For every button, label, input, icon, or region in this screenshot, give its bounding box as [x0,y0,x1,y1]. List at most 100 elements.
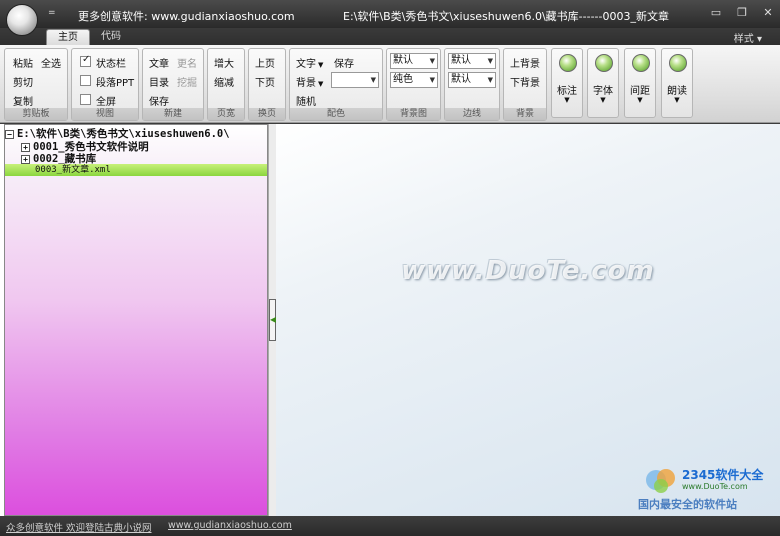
background-fill-combo[interactable]: 纯色 ▼ [390,72,438,88]
group-label: 配色 [290,108,382,120]
status-link-right[interactable]: www.gudianxiaoshuo.com [168,520,292,531]
background-image-combo[interactable]: 默认 ▼ [390,53,438,69]
group-color-scheme: 文字 ▼ 保存 背景 ▼ ▼ 随机 配色 [289,48,383,121]
tree-item-selected[interactable]: 0003_新文章.xml [5,164,267,176]
group-border: 默认 ▼ 默认 ▼ 边线 [444,48,500,121]
shrink-button[interactable]: 缩减 [214,74,234,89]
group-label: 边线 [445,108,499,120]
combo-value: 默认 [451,74,471,85]
annotate-label: 标注 [557,86,577,97]
style-menu[interactable]: 样式 ▾ [734,30,762,45]
logo-brand: 2345软件大全 [682,468,764,482]
title-bar: = 更多创意软件: www.gudianxiaoshuo.com E:\软件\B… [0,0,780,36]
annotate-button[interactable]: 标注 ▼ [551,48,583,118]
document-path-title: E:\软件\B类\秀色书文\xiuseshuwen6.0\藏书库------00… [343,10,669,23]
random-color-button[interactable]: 随机 [296,93,316,108]
ribbon: 粘贴 全选 剪切 复制 剪贴板 状态栏 段落PPT 全屏 视图 文章 更名 目录… [0,45,780,123]
text-color-label: 文字 [296,59,316,70]
next-background-button[interactable]: 下背景 [510,74,540,89]
group-view: 状态栏 段落PPT 全屏 视图 [71,48,139,121]
enlarge-button[interactable]: 增大 [214,55,234,70]
prev-page-button[interactable]: 上页 [255,55,275,70]
editor-area[interactable]: www.DuoTe.com 2345软件大全 www.DuoTe.com 国内最… [276,124,780,516]
green-gem-icon [559,54,577,72]
statusbar-label: 状态栏 [96,59,126,70]
minimize-button[interactable]: ▭ [710,6,722,19]
background-color-label: 背景 [296,78,316,89]
cut-button[interactable]: 剪切 [13,74,33,89]
logo-slogan: 国内最安全的软件站 [638,498,737,511]
group-label: 背景 [504,108,546,120]
spacing-button[interactable]: 间距 ▼ [624,48,656,118]
logo-icon [646,469,675,493]
quick-access-toolbar[interactable]: = [48,8,56,18]
chevron-down-icon: ▼ [318,61,324,69]
font-button[interactable]: 字体 ▼ [587,48,619,118]
group-new: 文章 更名 目录 挖掘 保存 新建 [142,48,204,121]
select-all-button[interactable]: 全选 [41,55,61,70]
file-tree[interactable]: − E:\软件\B类\秀色书文\xiuseshuwen6.0\ +0001_秀色书… [4,124,268,516]
status-link-left[interactable]: 众多创意软件 欢迎登陆古典小说网 [6,520,152,534]
new-article-button[interactable]: 文章 [149,55,169,70]
font-label: 字体 [593,86,613,97]
text-color-button[interactable]: 文字 ▼ [296,55,323,70]
group-clipboard: 粘贴 全选 剪切 复制 剪贴板 [4,48,68,121]
green-gem-icon [632,54,650,72]
window-controls: ▭ ❐ ✕ [710,6,774,19]
copy-button[interactable]: 复制 [13,93,33,108]
collapse-icon[interactable]: − [5,129,14,139]
logo-url: www.DuoTe.com [682,482,748,491]
border-combo-2[interactable]: 默认 ▼ [448,72,496,88]
group-turn-page: 上页 下页 换页 [248,48,286,121]
combo-value: 默认 [393,55,413,66]
fullscreen-checkbox[interactable] [80,94,91,105]
color-save-button[interactable]: 保存 [334,55,354,70]
combo-value: 纯色 [393,74,413,85]
group-label: 背景图 [387,108,440,120]
tab-code[interactable]: 代码 [90,29,132,45]
status-bar: 众多创意软件 欢迎登陆古典小说网 www.gudianxiaoshuo.com [0,516,780,536]
chevron-down-icon: ▼ [429,57,435,65]
chevron-down-icon: ▼ [370,76,376,84]
group-label: 新建 [143,108,203,120]
combo-value: 默认 [451,55,471,66]
app-title: 更多创意软件: www.gudianxiaoshuo.com [78,10,295,23]
group-label: 页宽 [208,108,244,120]
chevron-down-icon: ▼ [637,96,643,104]
group-background-image: 默认 ▼ 纯色 ▼ 背景图 [386,48,441,121]
read-aloud-label: 朗读 [667,86,687,97]
chevron-down-icon: ▼ [487,57,493,65]
ribbon-tab-strip: 主页 代码 样式 ▾ [0,28,780,45]
site-logo: 2345软件大全 www.DuoTe.com 国内最安全的软件站 [638,466,778,512]
rename-button[interactable]: 更名 [177,55,197,70]
green-gem-icon [669,54,687,72]
green-gem-icon [595,54,613,72]
paste-button[interactable]: 粘贴 [13,55,33,70]
spacing-label: 间距 [630,86,650,97]
group-background: 上背景 下背景 背景 [503,48,547,121]
save-button[interactable]: 保存 [149,93,169,108]
chevron-down-icon: ▼ [674,96,680,104]
dig-button[interactable]: 挖掘 [177,74,197,89]
new-catalog-button[interactable]: 目录 [149,74,169,89]
color-combo[interactable]: ▼ [331,72,379,88]
main-area: − E:\软件\B类\秀色书文\xiuseshuwen6.0\ +0001_秀色书… [0,124,780,516]
statusbar-checkbox[interactable] [80,54,91,67]
close-button[interactable]: ✕ [762,6,774,19]
background-color-button[interactable]: 背景 ▼ [296,74,323,89]
read-aloud-button[interactable]: 朗读 ▼ [661,48,693,118]
group-label: 剪贴板 [5,108,67,120]
chevron-down-icon: ▼ [564,96,570,104]
tab-home[interactable]: 主页 [46,29,90,45]
prev-background-button[interactable]: 上背景 [510,55,540,70]
border-combo-1[interactable]: 默认 ▼ [448,53,496,69]
chevron-down-icon: ▼ [318,80,324,88]
fullscreen-label: 全屏 [96,97,116,108]
next-page-button[interactable]: 下页 [255,74,275,89]
app-menu-orb[interactable] [6,4,38,36]
restore-button[interactable]: ❐ [736,6,748,19]
expand-icon[interactable]: + [21,154,30,164]
paragraph-ppt-checkbox[interactable] [80,75,91,86]
chevron-down-icon: ▼ [487,76,493,84]
group-label: 视图 [72,108,138,120]
